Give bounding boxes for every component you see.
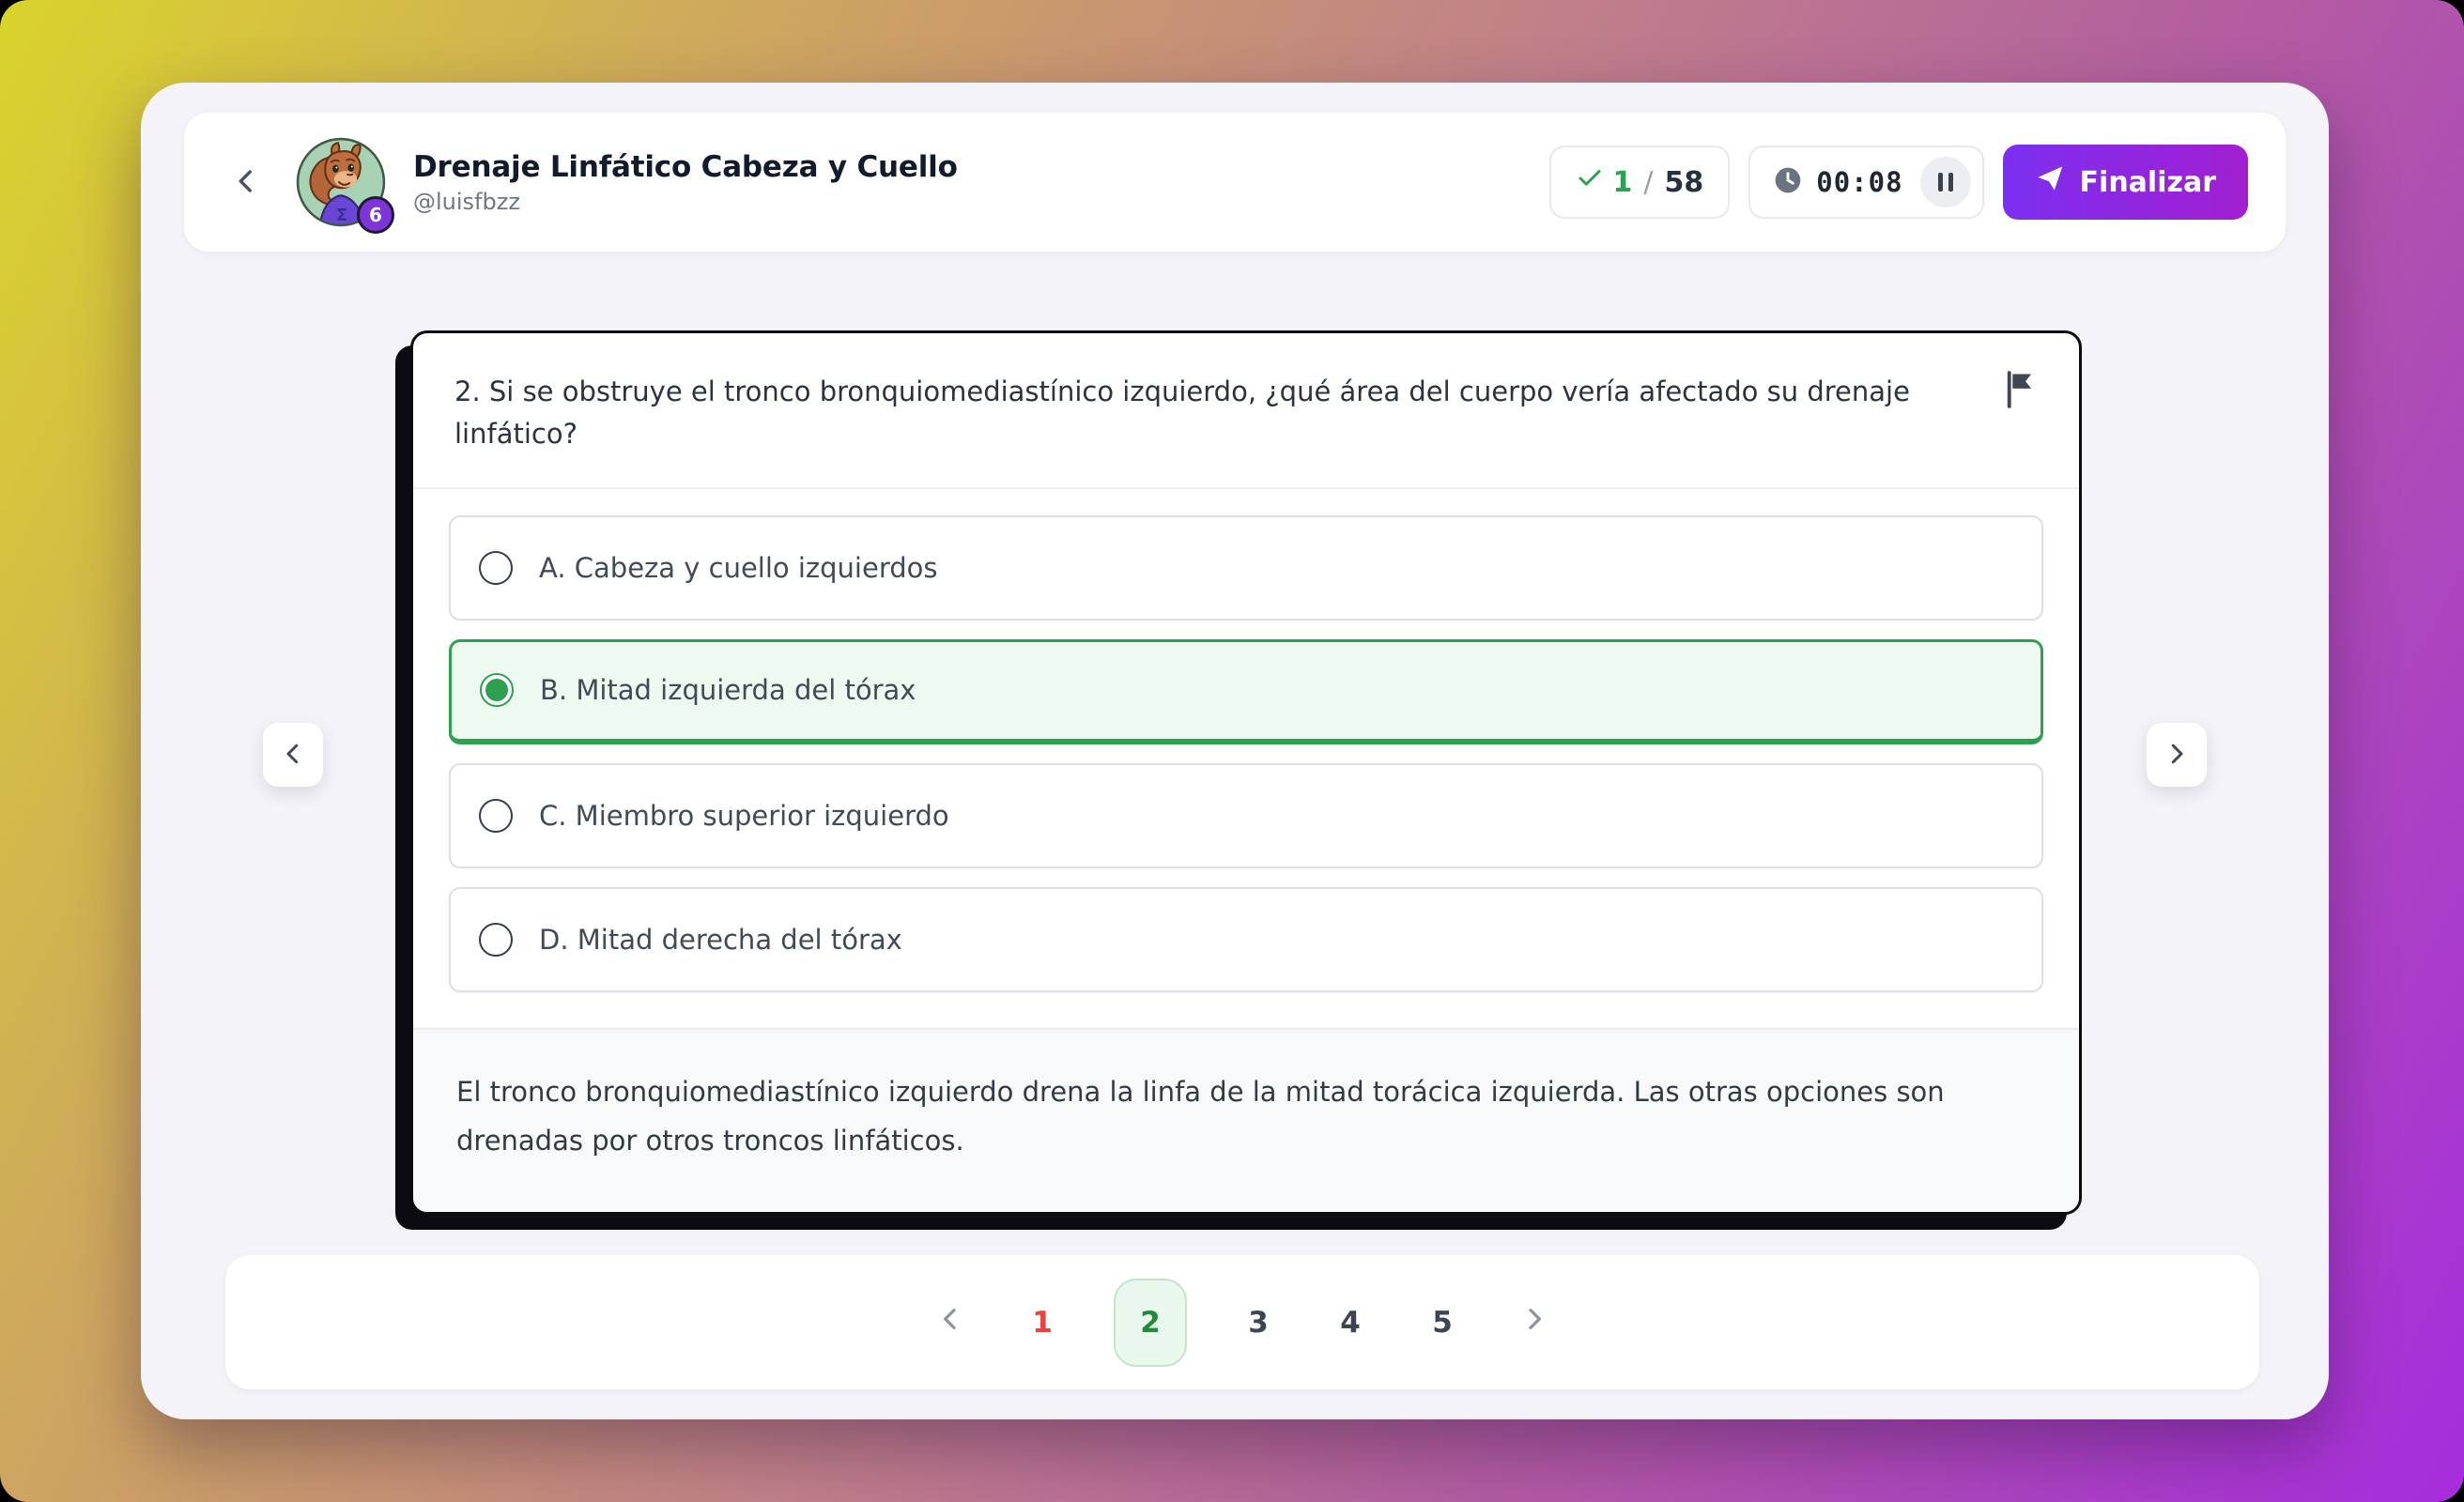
prev-question-button[interactable] xyxy=(263,723,323,787)
avatar: Σ 6 xyxy=(295,136,387,228)
option-label: B. Mitad izquierda del tórax xyxy=(540,674,916,706)
chevron-right-icon xyxy=(2163,740,2191,771)
progress-separator: / xyxy=(1643,166,1653,199)
pagination-prev-button[interactable] xyxy=(930,1303,971,1342)
chevron-left-icon xyxy=(935,1304,965,1341)
page-button-5[interactable]: 5 xyxy=(1422,1305,1463,1341)
pagination-bar: 1 2 3 4 5 xyxy=(225,1255,2259,1389)
answer-option-d[interactable]: D. Mitad derecha del tórax xyxy=(449,887,2043,992)
option-label: C. Miembro superior izquierdo xyxy=(539,800,949,832)
answer-option-a[interactable]: A. Cabeza y cuello izquierdos xyxy=(449,515,2043,621)
page-button-1[interactable]: 1 xyxy=(1022,1305,1063,1341)
chevron-right-icon xyxy=(1519,1304,1549,1341)
explanation-panel: El tronco bronquiomediastínico izquierdo… xyxy=(413,1028,2079,1212)
question-card: 2. Si se obstruye el tronco bronquiomedi… xyxy=(410,330,2082,1215)
avatar-level-badge: 6 xyxy=(357,196,394,234)
question-text: 2. Si se obstruye el tronco bronquiomedi… xyxy=(454,371,1938,455)
answer-option-c[interactable]: C. Miembro superior izquierdo xyxy=(449,763,2043,868)
check-icon xyxy=(1576,164,1604,200)
pause-button[interactable] xyxy=(1920,157,1971,207)
progress-current: 1 xyxy=(1613,166,1633,199)
flag-button[interactable] xyxy=(1998,367,2041,414)
next-question-button[interactable] xyxy=(2147,723,2207,787)
finish-label: Finalizar xyxy=(2080,166,2216,199)
flag-icon xyxy=(2001,369,2039,413)
progress-total: 58 xyxy=(1664,166,1703,199)
radio-unselected-icon xyxy=(479,551,513,585)
pagination-next-button[interactable] xyxy=(1514,1303,1555,1342)
question-header: 2. Si se obstruye el tronco bronquiomedi… xyxy=(413,333,2079,489)
pause-icon xyxy=(1938,173,1953,192)
clock-icon xyxy=(1773,165,1803,199)
title-block: Drenaje Linfático Cabeza y Cuello @luisf… xyxy=(413,150,958,215)
explanation-text: El tronco bronquiomediastínico izquierdo… xyxy=(456,1067,2036,1165)
radio-unselected-icon xyxy=(479,923,513,957)
quiz-title: Drenaje Linfático Cabeza y Cuello xyxy=(413,150,958,184)
header-bar: Σ 6 Drenaje Linfático Cabeza y Cuello @l… xyxy=(184,113,2286,252)
quiz-author: @luisfbzz xyxy=(413,189,958,215)
option-label: A. Cabeza y cuello izquierdos xyxy=(539,552,938,584)
finish-button[interactable]: Finalizar xyxy=(2003,145,2248,220)
options-list: A. Cabeza y cuello izquierdos B. Mitad i… xyxy=(413,489,2079,992)
page-button-2[interactable]: 2 xyxy=(1114,1279,1187,1367)
page-button-4[interactable]: 4 xyxy=(1330,1305,1371,1341)
chevron-left-icon xyxy=(230,165,262,200)
chevron-left-icon xyxy=(279,740,307,771)
back-button[interactable] xyxy=(225,161,267,203)
timer-badge: 00:08 xyxy=(1748,146,1983,219)
svg-text:Σ: Σ xyxy=(336,207,347,225)
background-gradient: Σ 6 Drenaje Linfático Cabeza y Cuello @l… xyxy=(0,0,2464,1502)
page-button-3[interactable]: 3 xyxy=(1238,1305,1279,1341)
answer-option-b[interactable]: B. Mitad izquierda del tórax xyxy=(449,639,2043,744)
option-label: D. Mitad derecha del tórax xyxy=(539,924,902,956)
radio-unselected-icon xyxy=(479,799,513,833)
timer-value: 00:08 xyxy=(1816,166,1902,198)
radio-selected-icon xyxy=(480,673,514,707)
send-icon xyxy=(2035,163,2065,201)
quiz-window: Σ 6 Drenaje Linfático Cabeza y Cuello @l… xyxy=(141,83,2329,1419)
progress-badge: 1 / 58 xyxy=(1549,146,1731,219)
